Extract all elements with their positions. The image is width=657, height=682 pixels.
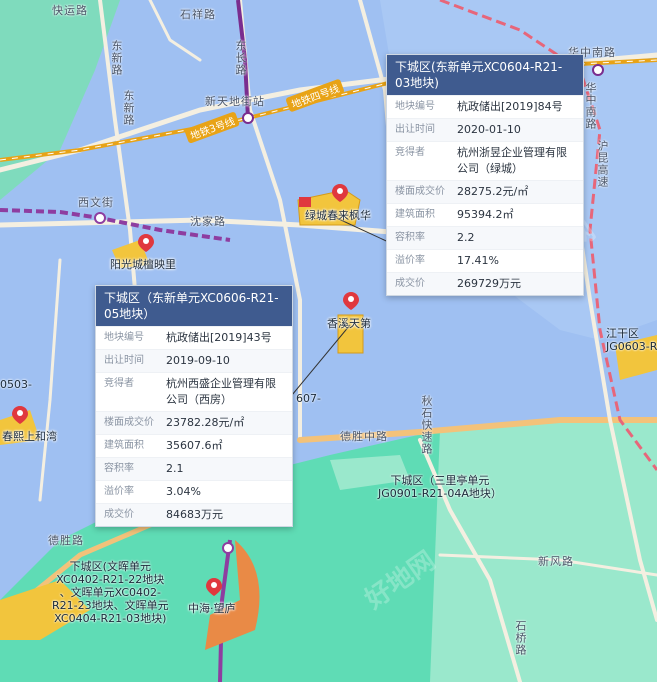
road-label-qiushi: 秋石快速路 [420,395,433,455]
road-label-dongchang: 东长路 [234,40,247,76]
land-info-card-north[interactable]: 下城区(东新单元XC0604-R21-03地块) 地块编号 杭政储出[2019]8… [386,54,584,296]
card-row-key: 出让时间 [395,124,435,135]
card-row-key: 建筑面积 [104,440,144,451]
card-row: 出让时间 2020-01-10 [387,118,583,141]
card-row-value: 28275.2元/㎡ [457,185,529,198]
card-row-value: 杭政储出[2019]43号 [166,331,272,344]
card-row-value: 23782.28元/㎡ [166,416,245,429]
card-row: 楼面成交价 28275.2元/㎡ [387,180,583,203]
card-row: 竞得者 杭州浙昱企业管理有限公司（绿城） [387,141,583,180]
card-row: 竞得者 杭州西盛企业管理有限公司（西房） [96,372,292,411]
card-row: 楼面成交价 23782.28元/㎡ [96,411,292,434]
card-row-value: 2019-09-10 [166,354,230,367]
card-row: 成交价 84683万元 [96,503,292,526]
card-rows: 地块编号 杭政储出[2019]84号出让时间 2020-01-10 竞得者 杭州浙昱企业… [387,95,583,295]
metro-station-xintiandi[interactable] [242,112,254,124]
card-row: 溢价率 3.04% [96,480,292,503]
land-info-card-south[interactable]: 下城区（东新单元XC0606-R21-05地块） 地块编号 杭政储出[2019]4… [95,285,293,527]
poi-zhonghai[interactable]: 中海·望庐 [188,600,236,616]
card-row: 成交价 269729万元 [387,272,583,295]
card-title: 下城区(东新单元XC0604-R21-03地块) [387,55,583,95]
card-row-key: 地块编号 [104,332,144,343]
location-pin-icon[interactable] [332,184,348,202]
card-row-key: 地块编号 [395,101,435,112]
card-row: 建筑面积 35607.6㎡ [96,434,292,457]
road-label-kuaiyun: 快运路 [52,4,88,17]
card-row-key: 溢价率 [104,486,134,497]
road-label-huiqing: 沪昆高速 [596,140,609,188]
card-row-value: 2.2 [457,231,475,244]
card-row: 地块编号 杭政储出[2019]43号 [96,326,292,349]
card-row-key: 成交价 [104,509,134,520]
road-label-xintiandi: 新天地街站 [205,95,265,108]
card-row-key: 溢价率 [395,255,425,266]
poi-yangguang[interactable]: 阳光城檀映里 [110,256,176,272]
card-row-value: 2.1 [166,462,184,475]
road-label-xiwenjie: 西文街 [78,196,114,209]
card-row: 建筑面积 95394.2㎡ [387,203,583,226]
card-row-key: 成交价 [395,278,425,289]
zone-label-sanli-text: 下城区（三里亭单元 JG0901-R21-04A地块） [378,474,502,500]
road-label-dongxin: 东新路 [110,40,123,76]
road-label-shiqiao: 石桥路 [514,620,527,656]
card-row: 容积率 2.1 [96,457,292,480]
card-row: 出让时间 2019-09-10 [96,349,292,372]
card-row-key: 楼面成交价 [104,417,154,428]
card-row-key: 竞得者 [395,147,425,158]
metro-station-desheng[interactable] [222,542,234,554]
card-row-key: 出让时间 [104,355,144,366]
poi-lvcheng[interactable]: 绿城春来枫华 [305,207,371,223]
zone-label-wenhui[interactable]: 下城区(文晖单元 XC0402-R21-22地块 、文晖单元XC0402- R2… [52,560,169,625]
zone-label-wenhui-text: 下城区(文晖单元 XC0402-R21-22地块 、文晖单元XC0402- R2… [52,560,169,625]
jianggan-light-area [430,420,657,682]
card-row-key: 竞得者 [104,378,134,389]
card-row-value: 杭州西盛企业管理有限公司（西房） [166,377,276,406]
metro-station-huazhongnan[interactable] [592,64,604,76]
location-pin-icon[interactable] [12,406,28,424]
card-row-value: 2020-01-10 [457,123,521,136]
road-label-shenjia: 沈家路 [190,215,226,228]
location-pin-icon[interactable] [206,578,222,596]
card-row-value: 84683万元 [166,508,223,521]
card-row-value: 35607.6㎡ [166,439,223,452]
card-row-value: 269729万元 [457,277,521,290]
road-label-dongxin2: 东新路 [122,90,135,126]
card-row-value: 3.04% [166,485,201,498]
zone-label-jg0603-text: 江干区 JG0603-R21 [606,327,657,353]
card-row-value: 杭政储出[2019]84号 [457,100,563,113]
zone-label-xc0607[interactable]: 607- [296,392,321,405]
zone-label-jg0603[interactable]: 江干区 JG0603-R21 [606,327,657,353]
card-row: 溢价率 17.41% [387,249,583,272]
poi-chunxi[interactable]: 春熙上和湾 [2,428,57,444]
zone-label-sanli[interactable]: 下城区（三里亭单元 JG0901-R21-04A地块） [378,474,502,500]
metro-station-xiwenjie[interactable] [94,212,106,224]
card-row-value: 17.41% [457,254,499,267]
card-row-key: 容积率 [395,232,425,243]
card-title: 下城区（东新单元XC0606-R21-05地块） [96,286,292,326]
road-label-huazhongnan2: 华中南路 [584,82,597,130]
zone-label-xc0503[interactable]: 0503- [0,378,32,391]
card-row: 容积率 2.2 [387,226,583,249]
card-row-value: 95394.2㎡ [457,208,514,221]
card-row-key: 建筑面积 [395,209,435,220]
road-label-shixiang: 石祥路 [180,8,216,21]
card-row-value: 杭州浙昱企业管理有限公司（绿城） [457,146,567,175]
poi-xiangxi[interactable]: 香溪天第 [327,315,371,331]
road-label-desheng: 德胜路 [48,534,84,547]
card-row: 地块编号 杭政储出[2019]84号 [387,95,583,118]
card-row-key: 楼面成交价 [395,186,445,197]
card-rows: 地块编号 杭政储出[2019]43号出让时间 2019-09-10 竞得者 杭州西盛企业… [96,326,292,526]
road-label-xinfeng: 新风路 [538,555,574,568]
location-pin-icon[interactable] [343,292,359,310]
road-label-dexing: 德胜中路 [340,430,388,443]
card-row-key: 容积率 [104,463,134,474]
location-pin-icon[interactable] [138,234,154,252]
construction-marker [299,197,311,207]
